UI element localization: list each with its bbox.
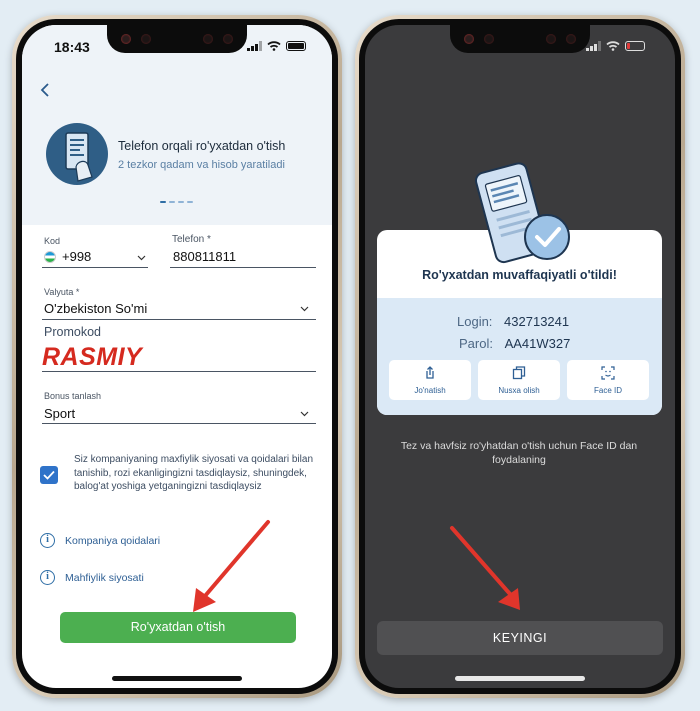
arrow-to-register-icon: [193, 520, 270, 612]
sensor-icon: [223, 34, 233, 44]
sensor-icon: [203, 34, 213, 44]
notch: [450, 25, 590, 53]
annotation-arrows: [193, 520, 520, 612]
sensor-icon: [546, 34, 556, 44]
camera-icon: [464, 34, 474, 44]
camera-icon: [121, 34, 131, 44]
notch: [107, 25, 247, 53]
sensor-icon: [566, 34, 576, 44]
sensor-icon: [141, 34, 151, 44]
sensor-icon: [484, 34, 494, 44]
arrow-to-next-icon: [450, 526, 520, 610]
